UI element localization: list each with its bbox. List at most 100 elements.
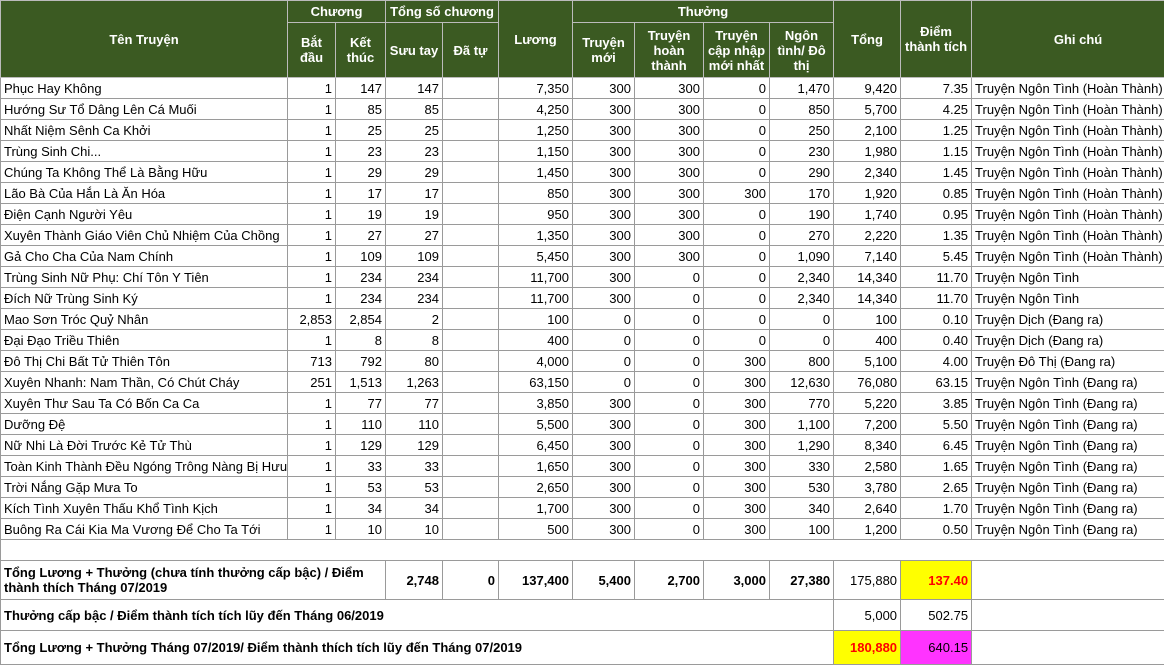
start-chapter-cell[interactable]: 1 [287,266,336,288]
da-tu-cell[interactable] [442,245,499,267]
summary-bonus-tong[interactable]: 5,000 [833,599,902,631]
end-chapter-cell[interactable]: 2,854 [335,308,386,330]
truyen-moi-cell[interactable]: 300 [572,434,635,456]
tong-cell[interactable]: 2,220 [833,224,902,246]
diem-cell[interactable]: 11.70 [900,266,973,288]
luong-cell[interactable]: 4,000 [498,350,573,372]
suu-tay-cell[interactable]: 25 [385,119,443,141]
ghi-chu-cell[interactable]: Truyện Ngôn Tình (Hoàn Thành) [971,224,1164,246]
diem-cell[interactable]: 4.25 [900,98,973,120]
truyen-hoan-thanh-cell[interactable]: 300 [634,203,704,225]
ghi-chu-cell[interactable]: Truyện Ngôn Tình [971,287,1164,309]
luong-cell[interactable]: 100 [498,308,573,330]
summary-grand-label[interactable]: Tổng Lương + Thưởng Tháng 07/2019/ Điểm … [0,630,835,665]
suu-tay-cell[interactable]: 33 [385,455,443,477]
truyen-cap-nhap-cell[interactable]: 0 [703,161,770,183]
story-name-cell[interactable]: Trời Nắng Gặp Mưa To [0,476,288,498]
end-chapter-cell[interactable]: 109 [335,245,386,267]
truyen-moi-cell[interactable]: 300 [572,497,635,519]
header-ngon-tinh[interactable]: Ngôn tình/ Đô thị [768,22,835,78]
da-tu-cell[interactable] [442,203,499,225]
tong-cell[interactable]: 2,640 [833,497,902,519]
diem-cell[interactable]: 1.45 [900,161,973,183]
da-tu-cell[interactable] [442,266,499,288]
diem-cell[interactable]: 0.10 [900,308,973,330]
luong-cell[interactable]: 500 [498,518,573,540]
luong-cell[interactable]: 6,450 [498,434,573,456]
truyen-cap-nhap-cell[interactable]: 300 [703,371,770,393]
ghi-chu-cell[interactable]: Truyện Ngôn Tình (Hoàn Thành) [971,98,1164,120]
start-chapter-cell[interactable]: 1 [287,98,336,120]
truyen-moi-cell[interactable]: 300 [572,140,635,162]
truyen-hoan-thanh-cell[interactable]: 300 [634,182,704,204]
story-name-cell[interactable]: Xuyên Thành Giáo Viên Chủ Nhiệm Của Chồn… [0,224,288,246]
luong-cell[interactable]: 2,650 [498,476,573,498]
truyen-moi-cell[interactable]: 300 [572,518,635,540]
story-name-cell[interactable]: Trùng Sinh Nữ Phụ: Chí Tôn Y Tiên [0,266,288,288]
truyen-cap-nhap-cell[interactable]: 0 [703,308,770,330]
end-chapter-cell[interactable]: 29 [335,161,386,183]
diem-cell[interactable]: 0.95 [900,203,973,225]
truyen-hoan-thanh-cell[interactable]: 0 [634,287,704,309]
truyen-hoan-thanh-cell[interactable]: 300 [634,224,704,246]
ghi-chu-cell[interactable]: Truyện Ngôn Tình (Hoàn Thành) [971,119,1164,141]
truyen-cap-nhap-cell[interactable]: 300 [703,455,770,477]
truyen-hoan-thanh-cell[interactable]: 0 [634,455,704,477]
end-chapter-cell[interactable]: 77 [335,392,386,414]
diem-cell[interactable]: 0.40 [900,329,973,351]
luong-cell[interactable]: 850 [498,182,573,204]
end-chapter-cell[interactable]: 8 [335,329,386,351]
story-name-cell[interactable]: Kích Tình Xuyên Thấu Khổ Tình Kịch [0,497,288,519]
da-tu-cell[interactable] [442,518,499,540]
header-truyen-cap-nhap[interactable]: Truyện cập nhập mới nhất [703,22,770,78]
truyen-cap-nhap-cell[interactable]: 0 [703,266,770,288]
diem-cell[interactable]: 6.45 [900,434,973,456]
truyen-cap-nhap-cell[interactable]: 300 [703,476,770,498]
end-chapter-cell[interactable]: 10 [335,518,386,540]
ghi-chu-cell[interactable]: Truyện Ngôn Tình (Hoàn Thành) [971,245,1164,267]
ngon-tinh-cell[interactable]: 2,340 [768,266,835,288]
truyen-hoan-thanh-cell[interactable]: 300 [634,161,704,183]
ngon-tinh-cell[interactable]: 0 [768,308,835,330]
truyen-moi-cell[interactable]: 300 [572,455,635,477]
story-name-cell[interactable]: Đích Nữ Trùng Sinh Ký [0,287,288,309]
summary-grand-diem[interactable]: 640.15 [900,630,973,665]
ngon-tinh-cell[interactable]: 250 [768,119,835,141]
da-tu-cell[interactable] [442,476,499,498]
story-name-cell[interactable]: Đô Thị Chi Bất Tử Thiên Tôn [0,350,288,372]
start-chapter-cell[interactable]: 1 [287,392,336,414]
luong-cell[interactable]: 11,700 [498,266,573,288]
truyen-hoan-thanh-cell[interactable]: 0 [634,413,704,435]
truyen-cap-nhap-cell[interactable]: 300 [703,392,770,414]
truyen-moi-cell[interactable]: 300 [572,224,635,246]
ngon-tinh-cell[interactable]: 1,290 [768,434,835,456]
summary-bonus-note[interactable] [971,599,1164,631]
header-tong[interactable]: Tổng [833,0,902,78]
truyen-cap-nhap-cell[interactable]: 0 [703,203,770,225]
ngon-tinh-cell[interactable]: 0 [768,329,835,351]
luong-cell[interactable]: 4,250 [498,98,573,120]
truyen-cap-nhap-cell[interactable]: 0 [703,287,770,309]
tong-cell[interactable]: 5,100 [833,350,902,372]
truyen-hoan-thanh-cell[interactable]: 300 [634,245,704,267]
header-thuong[interactable]: Thưởng [571,0,835,23]
truyen-moi-cell[interactable]: 300 [572,287,635,309]
summary-total-moi[interactable]: 5,400 [572,560,635,600]
end-chapter-cell[interactable]: 23 [335,140,386,162]
end-chapter-cell[interactable]: 33 [335,455,386,477]
luong-cell[interactable]: 7,350 [498,77,573,99]
truyen-moi-cell[interactable]: 300 [572,161,635,183]
story-name-cell[interactable]: Gả Cho Cha Của Nam Chính [0,245,288,267]
truyen-hoan-thanh-cell[interactable]: 0 [634,329,704,351]
end-chapter-cell[interactable]: 19 [335,203,386,225]
header-da-tu[interactable]: Đã tự [442,22,499,78]
end-chapter-cell[interactable]: 110 [335,413,386,435]
truyen-hoan-thanh-cell[interactable]: 0 [634,518,704,540]
ghi-chu-cell[interactable]: Truyện Ngôn Tình (Hoàn Thành) [971,203,1164,225]
truyen-hoan-thanh-cell[interactable]: 0 [634,266,704,288]
truyen-cap-nhap-cell[interactable]: 0 [703,98,770,120]
story-name-cell[interactable]: Trùng Sinh Chi... [0,140,288,162]
tong-cell[interactable]: 1,920 [833,182,902,204]
tong-cell[interactable]: 1,980 [833,140,902,162]
ghi-chu-cell[interactable]: Truyện Ngôn Tình (Hoàn Thành) [971,182,1164,204]
